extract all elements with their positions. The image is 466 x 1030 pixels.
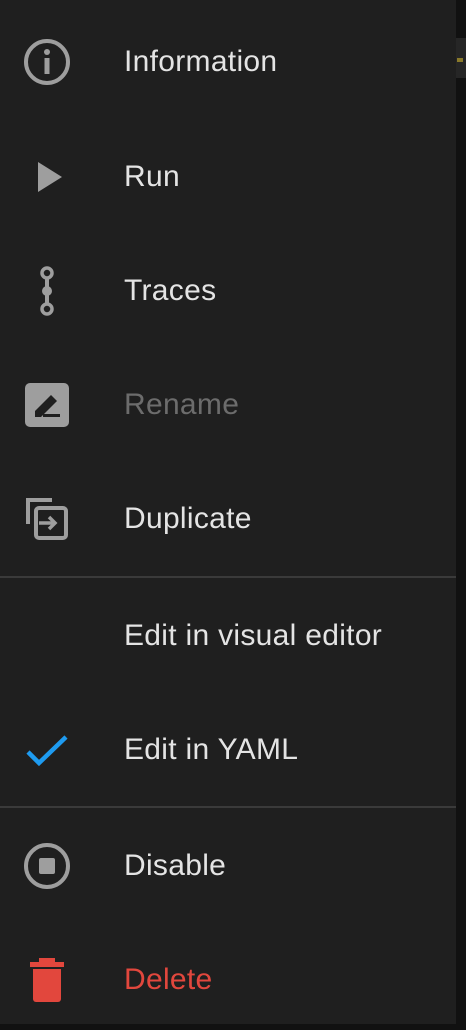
menu-item-information[interactable]: Information <box>0 12 456 112</box>
menu-item-rename[interactable]: Rename <box>0 355 456 455</box>
check-icon <box>22 725 72 775</box>
info-icon <box>22 37 72 87</box>
background-page-edge <box>456 0 466 1024</box>
rename-icon <box>22 380 72 430</box>
menu-item-label: Delete <box>124 963 213 996</box>
duplicate-icon <box>22 494 72 544</box>
menu-item-run[interactable]: Run <box>0 127 456 227</box>
menu-item-label: Disable <box>124 849 227 882</box>
menu-item-disable[interactable]: Disable <box>0 816 456 916</box>
menu-divider <box>0 806 456 808</box>
play-icon <box>22 152 72 202</box>
menu-item-label: Rename <box>124 388 240 421</box>
background-accent-fragment <box>457 58 463 62</box>
menu-item-label: Run <box>124 160 180 193</box>
menu-divider <box>0 576 456 578</box>
menu-item-label: Duplicate <box>124 502 252 535</box>
menu-item-edit-yaml[interactable]: Edit in YAML <box>0 700 456 800</box>
menu-item-label: Traces <box>124 274 217 307</box>
menu-item-label: Edit in YAML <box>124 733 299 766</box>
menu-item-label: Edit in visual editor <box>124 619 383 652</box>
menu-item-duplicate[interactable]: Duplicate <box>0 469 456 569</box>
menu-item-label: Information <box>124 45 278 78</box>
overflow-menu: Information Run Traces Rename Duplicate … <box>0 0 456 1024</box>
menu-item-traces[interactable]: Traces <box>0 241 456 341</box>
menu-item-delete[interactable]: Delete <box>0 930 456 1030</box>
trash-icon <box>22 955 72 1005</box>
stop-circle-icon <box>22 841 72 891</box>
menu-item-edit-visual[interactable]: Edit in visual editor <box>0 586 456 686</box>
traces-icon <box>22 266 72 316</box>
